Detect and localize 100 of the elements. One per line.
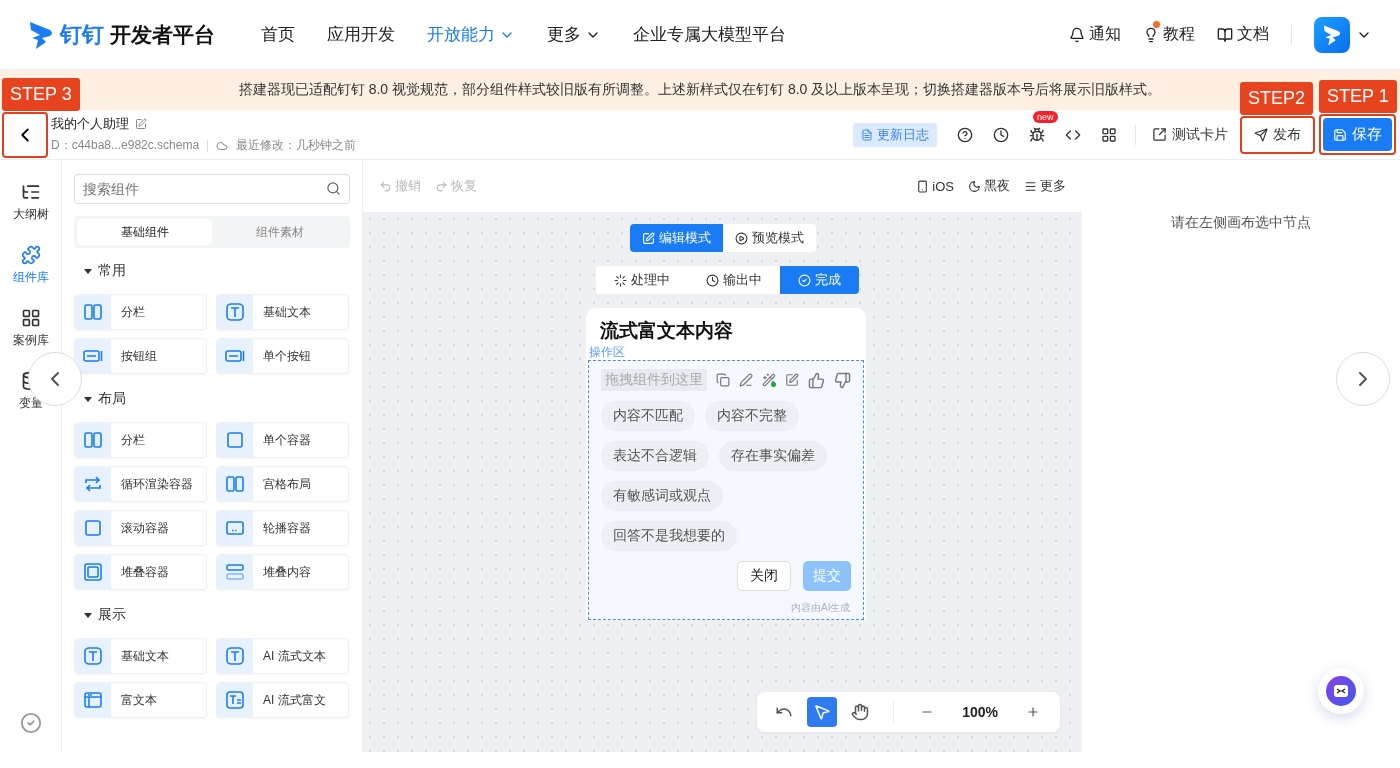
header-link[interactable]: 通知	[1069, 24, 1121, 45]
nav-link[interactable]: 开放能力	[411, 23, 531, 46]
component-item[interactable]: 分栏	[74, 294, 207, 330]
redo-icon	[435, 179, 448, 193]
mode-toggle[interactable]: 编辑模式	[629, 224, 723, 252]
clock-icon	[706, 273, 719, 287]
tab[interactable]: 基础组件	[77, 219, 212, 245]
empty-hint: 请在左侧画布选中节点	[1171, 214, 1311, 232]
check-circle-icon[interactable]	[19, 712, 42, 734]
undo-icon	[379, 179, 392, 193]
rail-item[interactable]: 组件库	[12, 245, 49, 286]
document-icon	[861, 128, 873, 141]
component-item[interactable]: 按钮组	[74, 338, 207, 374]
text-icon	[225, 302, 245, 322]
state-tab[interactable]: 完成	[780, 266, 859, 294]
edit-icon	[641, 231, 655, 245]
edit-icon	[784, 373, 799, 387]
brand-title: 开发者平台	[110, 21, 215, 48]
nav-link[interactable]: 首页	[245, 23, 311, 46]
phone-icon	[916, 179, 930, 193]
columns-icon	[83, 302, 103, 322]
bell-icon	[1069, 26, 1085, 43]
component-item[interactable]: 单个按钮	[216, 338, 349, 374]
step-label: STEP2	[1240, 81, 1314, 115]
reason-chip[interactable]: 有敏感词或观点	[600, 481, 723, 511]
header-link[interactable]: 教程	[1143, 24, 1195, 45]
ai-footnote: 内容由AI生成	[791, 601, 851, 615]
drop-hint: 拖拽组件到这里	[600, 369, 707, 391]
reason-chip[interactable]: 存在事实偏差	[718, 441, 827, 471]
bird-logo-icon	[1322, 23, 1342, 46]
logo-text: 钉钉	[60, 20, 104, 49]
reason-chip[interactable]: 内容不完整	[704, 401, 799, 431]
search-field[interactable]: 搜索组件	[74, 174, 350, 204]
text-icon	[225, 646, 245, 666]
modified-time: 最近修改：几秒钟之前	[236, 137, 357, 154]
loop-icon	[83, 474, 103, 494]
component-item[interactable]: 循环渲染容器	[74, 466, 207, 502]
theme-button[interactable]: 黑夜	[968, 177, 1010, 195]
component-item[interactable]: 单个容器	[216, 422, 349, 458]
rail-item[interactable]: 大纲树	[12, 182, 49, 223]
device-button[interactable]: iOS	[916, 178, 954, 194]
grid-icon	[1101, 126, 1117, 143]
component-item[interactable]: 堆叠容器	[74, 554, 207, 590]
tool-button[interactable]	[807, 697, 838, 727]
new-badge: new	[1033, 110, 1058, 123]
save-icon	[1333, 127, 1347, 142]
component-item[interactable]: AI 流式文本	[216, 638, 349, 674]
square-icon	[225, 430, 245, 450]
header-link[interactable]: 文档	[1217, 24, 1269, 45]
moon-icon	[968, 179, 981, 193]
nav-link[interactable]: 应用开发	[311, 23, 411, 46]
bug-icon	[1029, 126, 1045, 143]
loading-icon	[614, 273, 627, 287]
step-label: STEP 1	[1319, 80, 1397, 113]
menu-icon	[1024, 179, 1037, 193]
wand-icon	[761, 373, 776, 387]
component-item[interactable]: 基础文本	[216, 294, 349, 330]
assistant-button[interactable]	[1318, 668, 1364, 714]
component-item[interactable]: 滚动容器	[74, 510, 207, 546]
app-avatar[interactable]	[1314, 16, 1350, 53]
clock-icon	[993, 126, 1009, 143]
columns-icon	[83, 430, 103, 450]
save-button[interactable]: 保存	[1323, 118, 1392, 151]
more-button[interactable]: 更多	[1024, 177, 1066, 195]
component-item[interactable]: 分栏	[74, 422, 207, 458]
group-header[interactable]: 布局	[84, 388, 130, 410]
reason-chip[interactable]: 表达不合逻辑	[600, 441, 709, 471]
edit-icon[interactable]	[135, 118, 147, 130]
stack-icon	[83, 562, 103, 582]
component-item[interactable]: 轮播容器	[216, 510, 349, 546]
component-item[interactable]: 堆叠内容	[216, 554, 349, 590]
reason-chip[interactable]: 内容不匹配	[600, 401, 695, 431]
nav-link[interactable]: 企业专属大模型平台	[617, 23, 802, 46]
columns-icon	[225, 474, 245, 494]
search-icon	[326, 181, 341, 196]
project-title: 我的个人助理	[51, 115, 129, 133]
group-header[interactable]: 常用	[84, 260, 130, 282]
carousel-icon	[225, 518, 245, 538]
card-title: 流式富文本内容	[598, 319, 734, 343]
component-item[interactable]: 富文本	[74, 682, 207, 718]
rail-item[interactable]: 案例库	[12, 308, 49, 349]
tree-icon	[20, 182, 41, 202]
component-item[interactable]: AI 流式富文	[216, 682, 349, 718]
hand-icon	[851, 703, 870, 721]
copy-icon	[715, 373, 730, 387]
layers-icon	[225, 562, 245, 582]
component-item[interactable]: 基础文本	[74, 638, 207, 674]
thumbs-down-icon	[833, 371, 851, 389]
group-header[interactable]: 展示	[84, 604, 130, 626]
check-circle-icon	[798, 273, 811, 287]
lightbulb-icon	[1143, 26, 1159, 43]
text-icon	[83, 646, 103, 666]
bird-logo-icon	[28, 19, 54, 50]
richtext-icon	[83, 690, 103, 710]
reason-chip[interactable]: 回答不是我想要的	[600, 521, 737, 551]
close-button[interactable]: 关闭	[736, 561, 791, 591]
puzzle-icon	[20, 245, 41, 265]
richtext-icon	[225, 690, 245, 710]
nav-link[interactable]: 更多	[531, 23, 617, 46]
component-item[interactable]: 宫格布局	[216, 466, 349, 502]
